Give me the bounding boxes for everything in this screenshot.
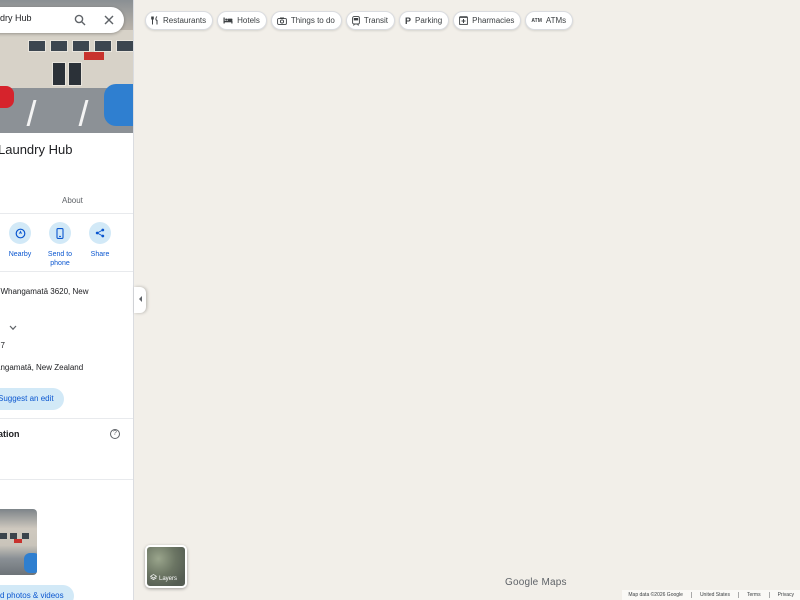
search-icon[interactable] [72, 12, 88, 28]
place-panel: dry Hub Laundry Hub About Nearby Send to… [0, 0, 134, 600]
layers-label: Layers [159, 575, 178, 582]
layers-button[interactable]: Layers [145, 545, 187, 588]
send-to-phone-button[interactable]: Send to phone [40, 222, 80, 268]
chip-transit-label: Transit [363, 16, 389, 25]
address-row[interactable]: , Whangamatā 3620, New [0, 287, 89, 296]
chevron-left-icon [138, 295, 143, 305]
nearby-button[interactable]: Nearby [0, 222, 40, 259]
nearby-label: Nearby [8, 251, 32, 258]
close-icon[interactable] [101, 12, 117, 28]
pharmacy-icon [459, 16, 469, 25]
divider [0, 271, 133, 272]
chip-atms[interactable]: ATM ATMs [525, 11, 574, 30]
tab-divider [0, 213, 133, 214]
parking-icon: P [405, 15, 412, 26]
chip-things-to-do-label: Things to do [290, 16, 335, 25]
add-photos-button[interactable]: d photos & videos [0, 585, 74, 600]
divider [0, 418, 133, 419]
tab-about[interactable]: About [62, 196, 83, 205]
share-icon [89, 222, 111, 244]
send-to-phone-label: Send to phone [47, 251, 73, 267]
chip-hotels[interactable]: Hotels [217, 11, 267, 30]
blue-car [104, 84, 133, 126]
phone-row[interactable]: 97 [0, 341, 5, 350]
restaurant-icon [151, 16, 159, 25]
country-link[interactable]: United States [700, 592, 730, 598]
chip-parking[interactable]: P Parking [399, 11, 450, 30]
map-footer: Map data ©2026 Google United States Term… [622, 590, 800, 600]
camera-icon [276, 17, 287, 25]
divider [0, 479, 133, 480]
suggest-edit-button[interactable]: Suggest an edit [0, 388, 64, 410]
chip-pharmacies[interactable]: Pharmacies [453, 11, 522, 30]
google-maps-logo: Google Maps [505, 577, 567, 588]
chip-parking-label: Parking [415, 16, 443, 25]
place-title: Laundry Hub [0, 142, 73, 157]
hotel-icon [223, 17, 233, 24]
terms-link[interactable]: Terms [747, 592, 761, 598]
chip-things-to-do[interactable]: Things to do [270, 11, 342, 30]
send-to-phone-icon [49, 222, 71, 244]
photo-thumbnail[interactable] [0, 509, 37, 575]
map-data-attribution: Map data ©2026 Google [628, 592, 683, 598]
section-title: ation [0, 429, 20, 439]
search-box[interactable]: dry Hub [0, 7, 124, 33]
chip-transit[interactable]: Transit [345, 11, 396, 30]
chip-restaurants-label: Restaurants [163, 16, 207, 25]
nearby-icon [9, 222, 31, 244]
add-photos-label: d photos & videos [0, 591, 64, 600]
chip-hotels-label: Hotels [237, 16, 260, 25]
collapse-panel-button[interactable] [134, 287, 146, 313]
layers-icon [149, 574, 158, 583]
suggest-edit-label: Suggest an edit [0, 394, 54, 403]
chip-restaurants[interactable]: Restaurants [145, 11, 214, 30]
category-chips: Restaurants Hotels Things to do Transit … [145, 11, 574, 30]
help-icon[interactable]: ? [110, 429, 120, 439]
privacy-link[interactable]: Privacy [778, 592, 794, 598]
chevron-down-icon[interactable] [9, 318, 17, 336]
chip-pharmacies-label: Pharmacies [472, 16, 515, 25]
transit-icon [352, 15, 360, 26]
plus-code-row[interactable]: angamatā, New Zealand [0, 363, 83, 372]
share-label: Share [90, 251, 110, 258]
search-input[interactable]: dry Hub [0, 13, 32, 23]
share-button[interactable]: Share [80, 222, 120, 259]
red-car [0, 86, 14, 108]
chip-atms-label: ATMs [545, 16, 567, 25]
atm-icon: ATM [531, 17, 542, 24]
